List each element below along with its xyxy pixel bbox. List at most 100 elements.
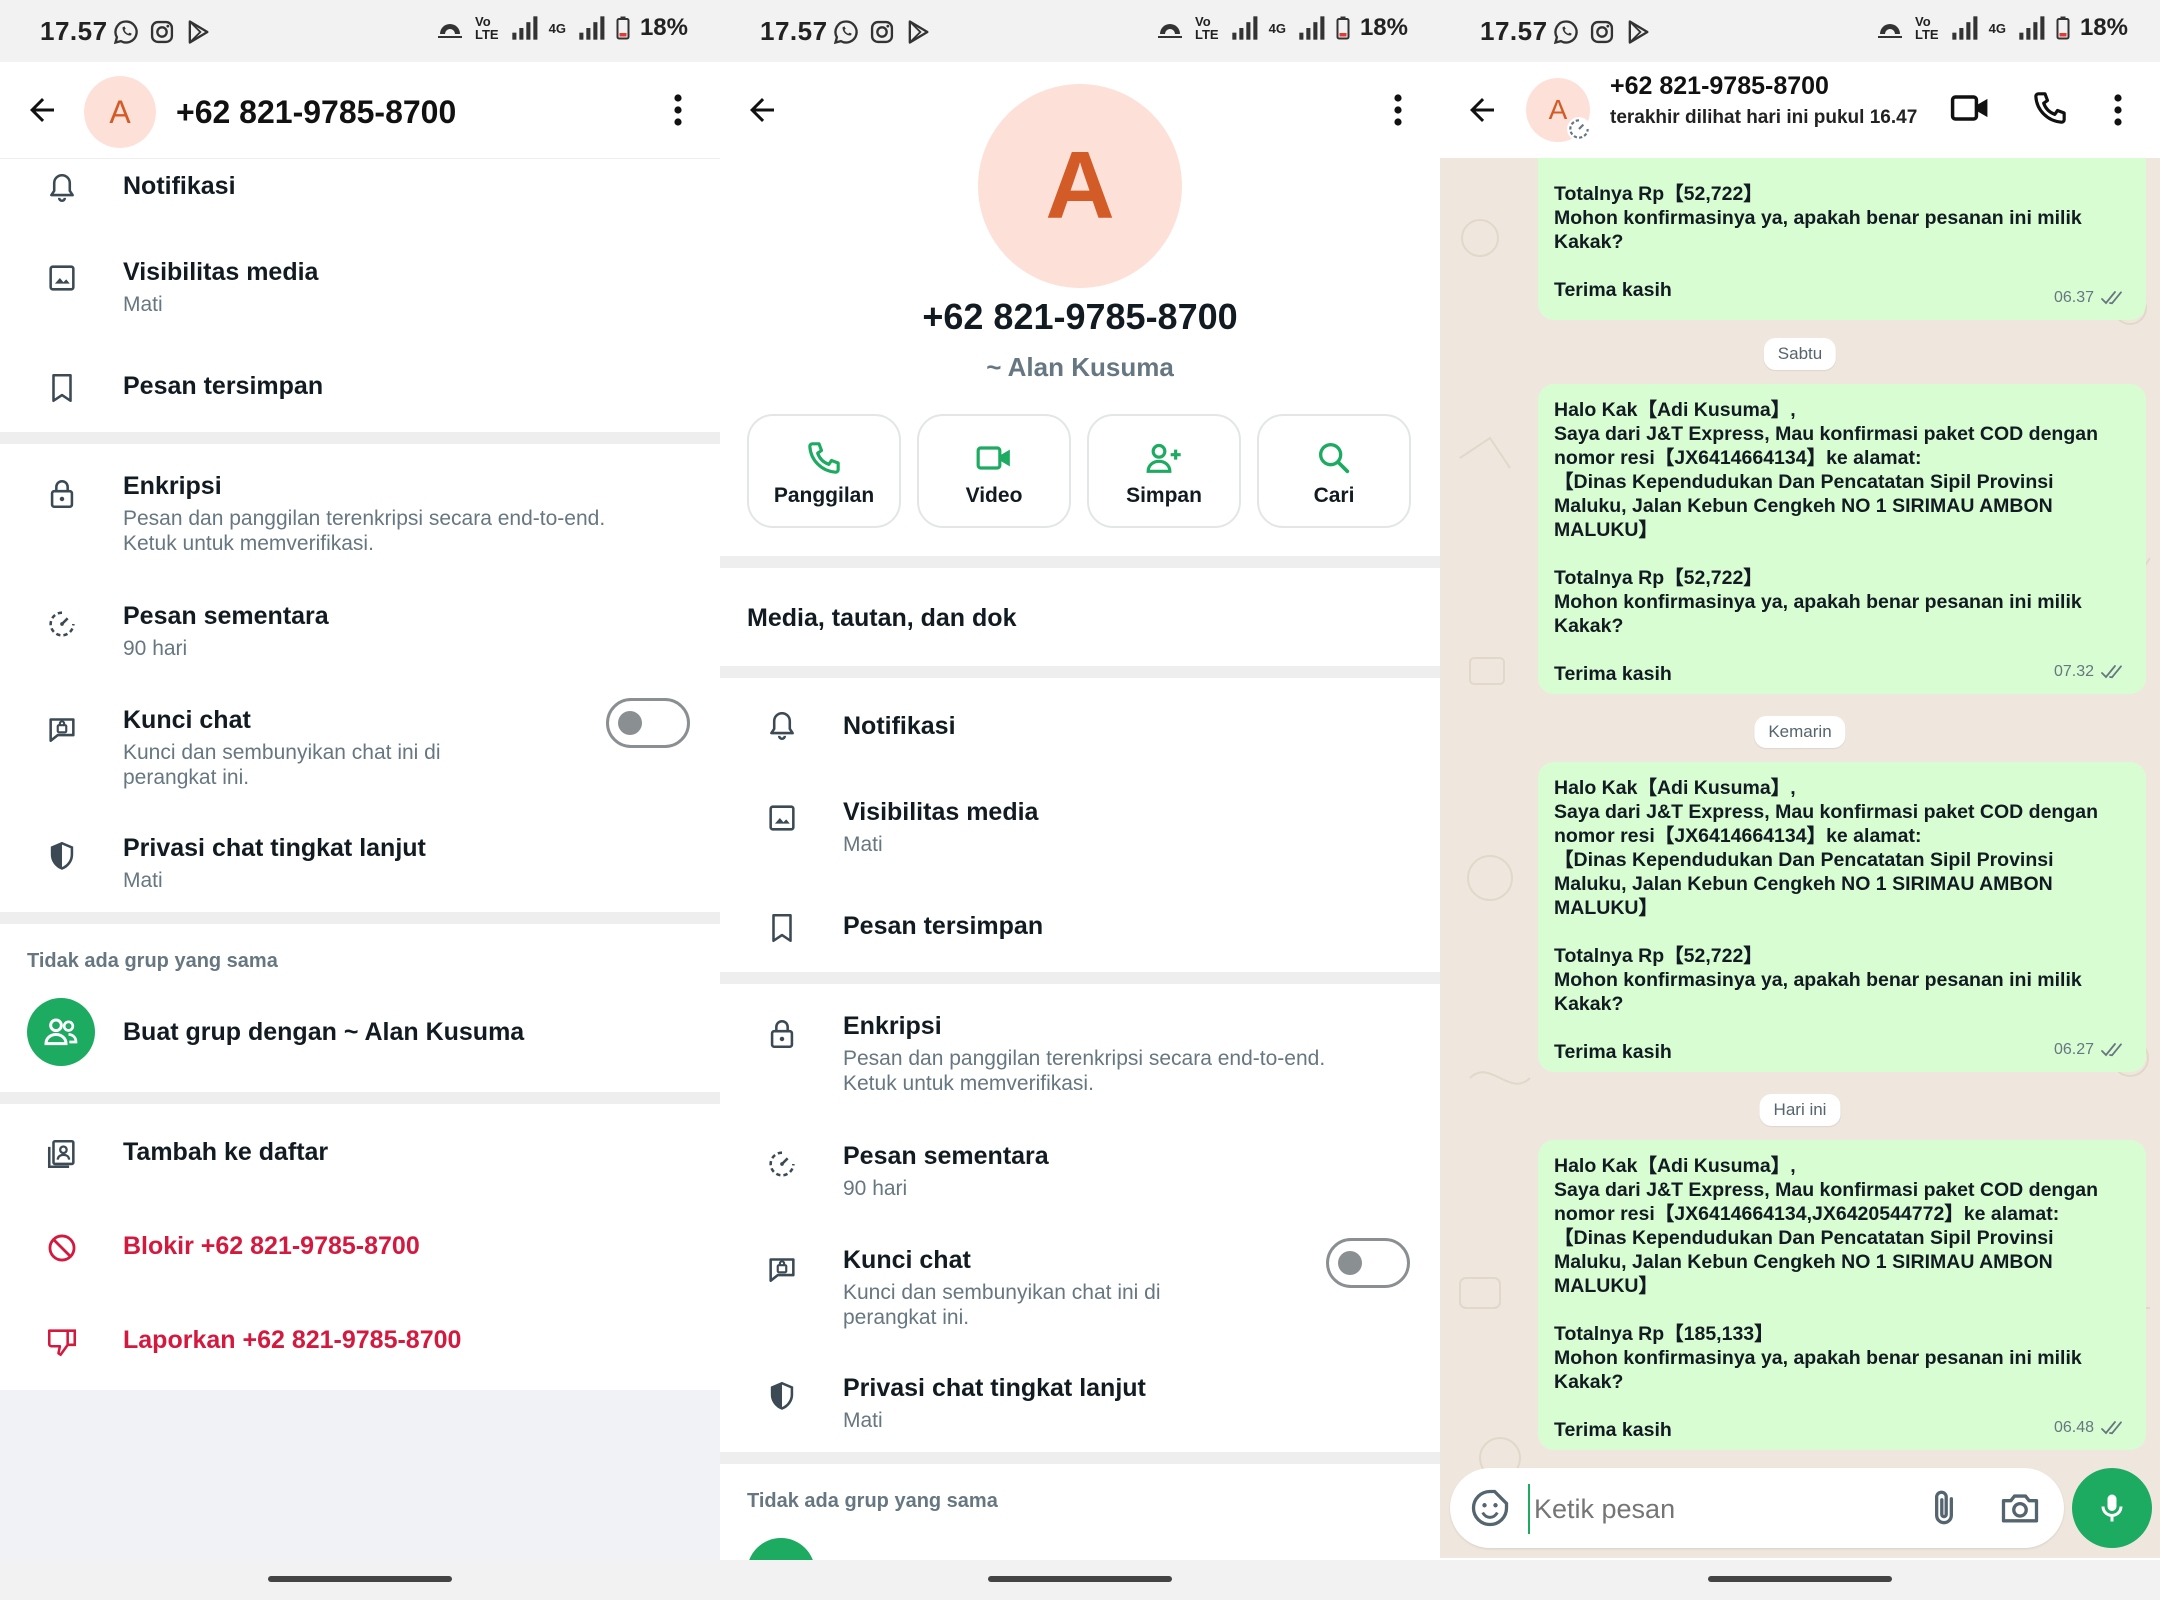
chat-header: A +62 821-9785-8700 terakhir dilihat har… — [1440, 62, 2160, 158]
battery-percent: 18% — [2079, 14, 2128, 41]
message-meta: 06.37 — [2054, 286, 2128, 310]
arrow-left-icon — [24, 92, 60, 128]
avatar-letter: A — [1548, 94, 1568, 125]
gesture-nav-bar — [720, 1560, 1440, 1600]
image-icon — [45, 261, 79, 295]
chat-lock-toggle[interactable] — [606, 698, 690, 748]
battery-percent: 18% — [639, 14, 688, 41]
block-icon — [45, 1231, 79, 1265]
disappearing-value: 90 hari — [843, 1177, 908, 1200]
bell-icon — [765, 709, 799, 743]
encryption-item[interactable]: Enkripsi Pesan dan panggilan terenkripsi… — [0, 464, 720, 564]
advanced-privacy-item[interactable]: Privasi chat tingkat lanjut Mati — [720, 1366, 1440, 1446]
saved-messages-item[interactable]: Pesan tersimpan — [720, 902, 1440, 958]
voice-call-button[interactable] — [2030, 88, 2074, 132]
avatar-large[interactable]: A — [978, 84, 1182, 288]
volte-label: Vo LTE — [475, 14, 499, 42]
message-meta: 06.48 — [2054, 1416, 2128, 1440]
message-bubble[interactable]: Halo Kak【Adi Kusuma】, Saya dari J&T Expr… — [1538, 1140, 2146, 1450]
status-time: 17.57 — [40, 16, 108, 46]
signal-icon-2 — [2016, 14, 2046, 42]
voice-message-button[interactable] — [2072, 1468, 2152, 1548]
notifications-item[interactable]: Notifikasi — [720, 700, 1440, 756]
overflow-menu-button[interactable] — [1378, 86, 1418, 134]
lock-icon — [45, 477, 79, 511]
chat-lock-item[interactable]: Kunci chat Kunci dan sembunyikan chat in… — [0, 698, 720, 794]
saved-messages-item[interactable]: Pesan tersimpan — [0, 362, 720, 418]
media-visibility-item[interactable]: Visibilitas media Mati — [720, 790, 1440, 870]
volte-label: Vo LTE — [1195, 14, 1219, 42]
overflow-menu-button[interactable] — [658, 86, 698, 134]
bookmark-icon — [765, 911, 799, 945]
bookmark-icon — [45, 371, 79, 405]
message-input[interactable] — [1528, 1484, 1916, 1534]
chat-lock-toggle[interactable] — [1326, 1238, 1410, 1288]
whatsapp-icon — [112, 18, 140, 46]
video-label: Video — [965, 484, 1023, 507]
block-item[interactable]: Blokir +62 821-9785-8700 — [0, 1222, 720, 1278]
message-time: 07.32 — [2053, 663, 2094, 680]
add-person-icon — [1144, 438, 1184, 478]
thumb-down-icon — [45, 1325, 79, 1359]
notifications-label: Notifikasi — [123, 172, 236, 200]
status-time: 17.57 — [1480, 16, 1548, 46]
report-item[interactable]: Laporkan +62 821-9785-8700 — [0, 1316, 720, 1372]
chat-lock-item[interactable]: Kunci chat Kunci dan sembunyikan chat in… — [720, 1238, 1440, 1334]
back-button[interactable] — [738, 86, 786, 134]
video-call-button[interactable] — [1948, 86, 1996, 134]
media-visibility-title: Visibilitas media — [123, 258, 319, 286]
message-composer — [1450, 1468, 2064, 1548]
disappearing-messages-item[interactable]: Pesan sementara 90 hari — [720, 1134, 1440, 1214]
media-visibility-item[interactable]: Visibilitas media Mati — [0, 250, 720, 330]
section-divider — [720, 666, 1440, 678]
save-contact-button[interactable]: Simpan — [1087, 414, 1241, 528]
double-check-icon — [2100, 1419, 2128, 1437]
camera-icon[interactable] — [1998, 1486, 2042, 1530]
create-group-item[interactable]: Buat grup dengan ~ Alan Kusuma — [0, 998, 720, 1070]
message-bubble[interactable]: Totalnya Rp【52,722】 Mohon konfirmasinya … — [1538, 158, 2146, 320]
play-store-icon — [904, 18, 932, 46]
timer-icon — [45, 607, 79, 641]
shield-icon — [45, 839, 79, 873]
home-indicator[interactable] — [988, 1576, 1172, 1582]
media-links-docs-item[interactable]: Media, tautan, dan dok — [720, 590, 1440, 646]
status-bar: 17.57 Vo LTE 4G 18% — [1440, 0, 2160, 62]
overflow-menu-button[interactable] — [2098, 86, 2138, 134]
notifications-item[interactable]: Notifikasi — [0, 160, 720, 216]
signal-icon-2 — [576, 14, 606, 42]
instagram-icon — [868, 18, 896, 46]
back-button[interactable] — [18, 86, 66, 134]
shield-icon — [765, 1379, 799, 1413]
arrow-left-icon — [1464, 92, 1500, 128]
advanced-privacy-value: Mati — [843, 1409, 883, 1432]
home-indicator[interactable] — [1708, 1576, 1892, 1582]
avatar[interactable]: A — [84, 76, 156, 148]
whatsapp-icon — [1552, 18, 1580, 46]
status-bar: 17.57 Vo LTE 4G 18% — [0, 0, 720, 62]
call-button[interactable]: Panggilan — [747, 414, 901, 528]
home-indicator[interactable] — [268, 1576, 452, 1582]
add-to-list-item[interactable]: Tambah ke daftar — [0, 1128, 720, 1184]
image-icon — [765, 801, 799, 835]
save-label: Simpan — [1126, 484, 1202, 507]
search-button[interactable]: Cari — [1257, 414, 1411, 528]
message-bubble[interactable]: Halo Kak【Adi Kusuma】, Saya dari J&T Expr… — [1538, 384, 2146, 694]
back-button[interactable] — [1458, 86, 1506, 134]
message-bubble[interactable]: Halo Kak【Adi Kusuma】, Saya dari J&T Expr… — [1538, 762, 2146, 1072]
disappearing-timer-badge-icon — [1566, 116, 1592, 142]
chat-contact-title[interactable]: +62 821-9785-8700 terakhir dilihat hari … — [1610, 72, 1917, 129]
video-button[interactable]: Video — [917, 414, 1071, 528]
more-vertical-icon — [1393, 92, 1403, 128]
last-seen-text: terakhir dilihat hari ini pukul 16.47 — [1610, 107, 1918, 128]
chat-lock-desc: Kunci dan sembunyikan chat ini di perang… — [843, 1281, 1161, 1329]
advanced-privacy-item[interactable]: Privasi chat tingkat lanjut Mati — [0, 826, 720, 906]
paperclip-icon[interactable] — [1922, 1486, 1966, 1530]
disappearing-messages-item[interactable]: Pesan sementara 90 hari — [0, 594, 720, 674]
contact-list-icon — [45, 1137, 79, 1171]
encryption-desc: Pesan dan panggilan terenkripsi secara e… — [843, 1047, 1326, 1095]
saved-messages-label: Pesan tersimpan — [843, 912, 1044, 940]
message-time: 06.48 — [2053, 1419, 2094, 1436]
saved-messages-label: Pesan tersimpan — [123, 372, 324, 400]
encryption-item[interactable]: Enkripsi Pesan dan panggilan terenkripsi… — [720, 1004, 1440, 1104]
emoji-icon[interactable] — [1468, 1486, 1512, 1530]
